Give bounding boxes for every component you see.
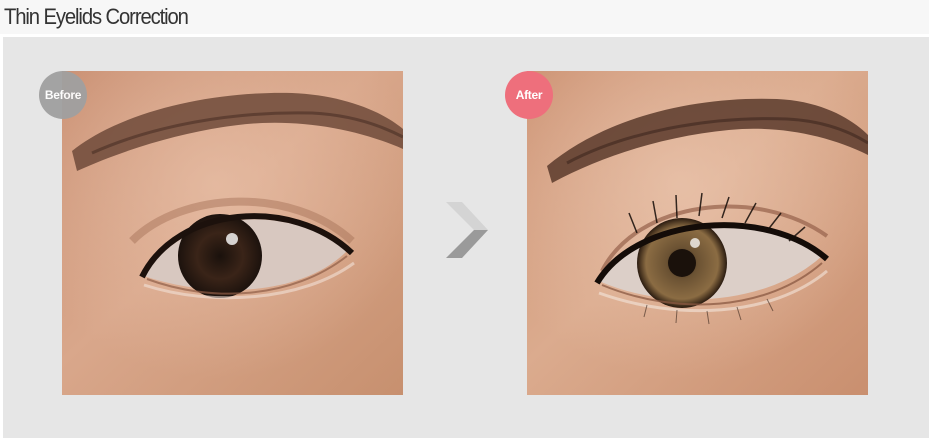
after-eye-image bbox=[527, 71, 868, 395]
after-eye-photo bbox=[527, 71, 868, 395]
before-badge: Before bbox=[39, 71, 87, 119]
header-bar: Thin Eyelids Correction bbox=[0, 0, 929, 34]
after-badge: After bbox=[505, 71, 553, 119]
before-eye-photo bbox=[62, 71, 403, 395]
page-title: Thin Eyelids Correction bbox=[4, 4, 189, 29]
before-eye-image bbox=[62, 71, 403, 395]
chevron-right-icon bbox=[442, 194, 492, 266]
